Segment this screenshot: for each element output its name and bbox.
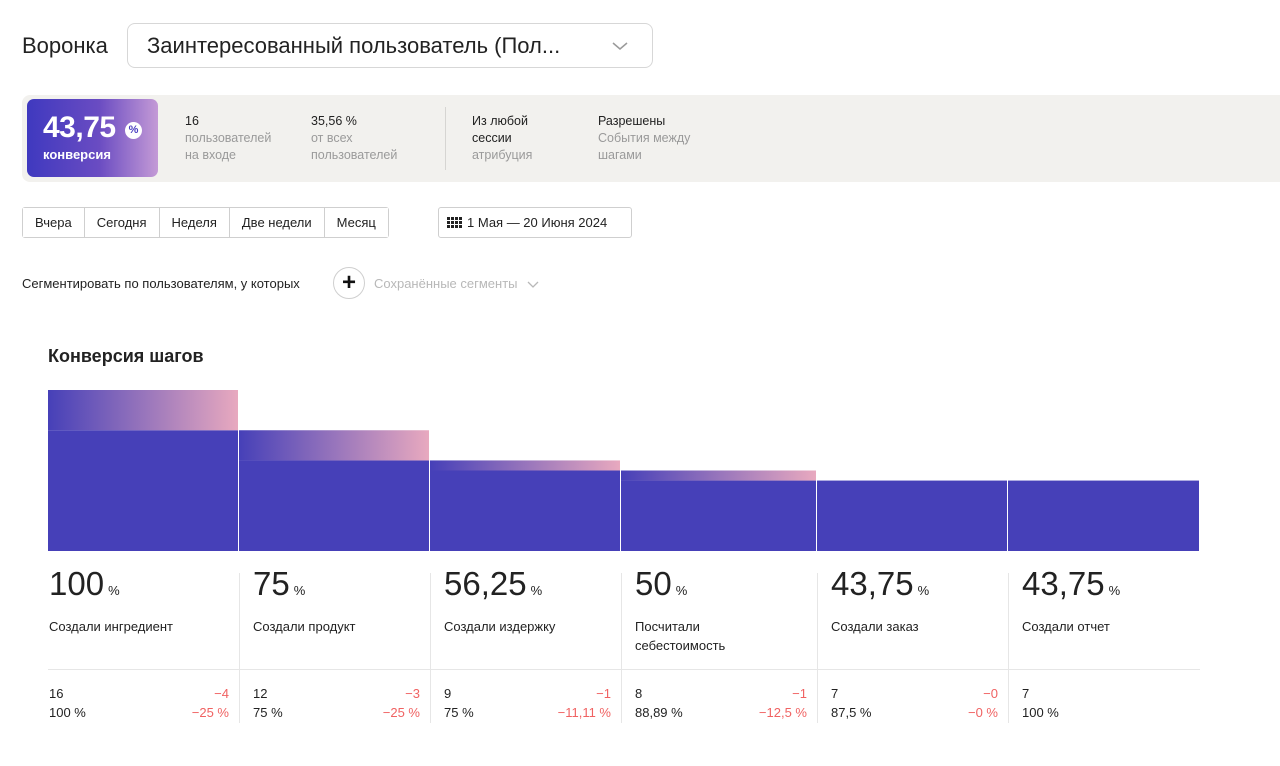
funnel-bar bbox=[430, 470, 620, 551]
column-divider bbox=[239, 573, 240, 723]
step-users: 7 100 % bbox=[1022, 684, 1059, 722]
funnel-bar bbox=[817, 480, 1007, 551]
step-drop: −1 −11,11 % bbox=[531, 684, 611, 722]
drop-percent: −25 % bbox=[382, 705, 420, 720]
step-conversion: 88,89 % bbox=[635, 705, 683, 720]
funnel-bar bbox=[621, 480, 816, 551]
funnel-bar bbox=[48, 430, 238, 551]
funnel-bar bbox=[239, 460, 429, 551]
percent-unit: % bbox=[108, 583, 120, 598]
funnel-bar-drop bbox=[430, 460, 620, 471]
step-conversion: 100 % bbox=[49, 705, 86, 720]
funnel-step: 43,75% Создали заказ bbox=[831, 565, 991, 636]
funnel-step: 100% Создали ингредиент bbox=[49, 565, 209, 636]
step-users: 9 75 % bbox=[444, 684, 474, 722]
funnel-bar-drop bbox=[621, 470, 816, 481]
column-divider bbox=[1008, 573, 1009, 723]
drop-percent: −0 % bbox=[968, 705, 998, 720]
step-users-count: 7 bbox=[831, 686, 839, 701]
column-divider bbox=[817, 573, 818, 723]
step-users: 7 87,5 % bbox=[831, 684, 871, 722]
funnel-step: 50% Посчитали себестоимость bbox=[635, 565, 795, 655]
column-divider bbox=[621, 573, 622, 723]
drop-percent: −25 % bbox=[191, 705, 229, 720]
funnel-bar bbox=[1008, 480, 1199, 551]
step-users-count: 12 bbox=[253, 686, 268, 701]
step-percent: 56,25% bbox=[444, 565, 543, 602]
step-name: Создали заказ bbox=[831, 619, 919, 634]
step-users-count: 9 bbox=[444, 686, 452, 701]
step-percent: 43,75% bbox=[1022, 565, 1121, 602]
drop-percent: −12,5 % bbox=[758, 705, 807, 720]
step-name: Создали ингредиент bbox=[49, 619, 173, 634]
step-drop: −1 −12,5 % bbox=[727, 684, 807, 722]
step-drop: −0 −0 % bbox=[918, 684, 998, 722]
step-users: 12 75 % bbox=[253, 684, 283, 722]
step-users-count: 7 bbox=[1022, 686, 1030, 701]
drop-users: −3 bbox=[405, 686, 420, 701]
step-percent: 75% bbox=[253, 565, 306, 602]
step-conversion: 75 % bbox=[253, 705, 283, 720]
funnel-step: 75% Создали продукт bbox=[253, 565, 413, 636]
percent-unit: % bbox=[530, 583, 543, 598]
step-name: Создали продукт bbox=[253, 619, 356, 634]
drop-users: −1 bbox=[596, 686, 611, 701]
table-divider bbox=[48, 669, 1200, 670]
funnel-bar-drop bbox=[239, 430, 429, 461]
drop-users: −4 bbox=[214, 686, 229, 701]
step-users: 8 88,89 % bbox=[635, 684, 683, 722]
step-percent: 100% bbox=[49, 565, 120, 602]
step-drop: −4 −25 % bbox=[149, 684, 229, 722]
percent-unit: % bbox=[675, 583, 688, 598]
step-percent: 50% bbox=[635, 565, 688, 602]
step-users-count: 16 bbox=[49, 686, 64, 701]
step-percent: 43,75% bbox=[831, 565, 930, 602]
funnel-step: 43,75% Создали отчет bbox=[1022, 565, 1182, 636]
percent-unit: % bbox=[1108, 583, 1121, 598]
step-conversion: 87,5 % bbox=[831, 705, 872, 720]
step-users: 16 100 % bbox=[49, 684, 86, 722]
step-conversion: 100 % bbox=[1022, 705, 1059, 720]
drop-users: −0 bbox=[983, 686, 998, 701]
drop-percent: −11,11 % bbox=[557, 705, 611, 720]
funnel-step: 56,25% Создали издержку bbox=[444, 565, 604, 636]
step-users-count: 8 bbox=[635, 686, 643, 701]
percent-unit: % bbox=[293, 583, 306, 598]
step-name: Создали издержку bbox=[444, 619, 556, 634]
funnel-bar-drop bbox=[48, 390, 238, 431]
percent-unit: % bbox=[917, 583, 930, 598]
drop-users: −1 bbox=[792, 686, 807, 701]
step-name: Создали отчет bbox=[1022, 619, 1110, 634]
step-conversion: 75 % bbox=[444, 705, 474, 720]
step-drop: −3 −25 % bbox=[340, 684, 420, 722]
column-divider bbox=[430, 573, 431, 723]
step-name: Посчитали себестоимость bbox=[635, 619, 726, 653]
